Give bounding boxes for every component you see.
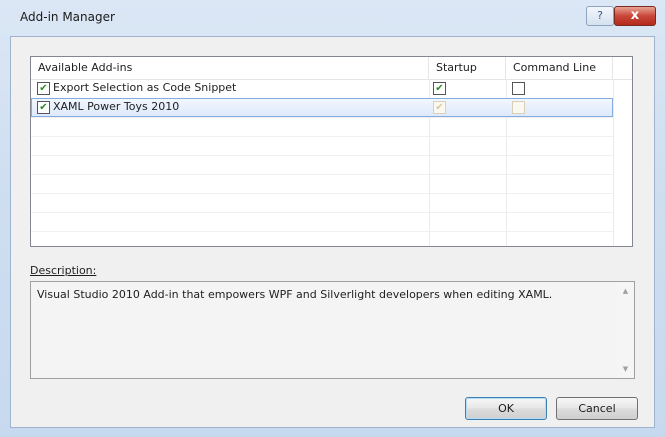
ok-button[interactable]: OK bbox=[465, 397, 547, 420]
column-divider bbox=[613, 79, 614, 246]
check-icon: ✔ bbox=[39, 83, 48, 94]
addins-list-header: Available Add-ins Startup Command Line bbox=[31, 57, 632, 80]
column-header-startup[interactable]: Startup bbox=[429, 57, 506, 79]
description-label: Description: bbox=[30, 264, 96, 277]
description-scrollbar[interactable]: ▲ ▼ bbox=[617, 282, 634, 378]
column-header-available-addins[interactable]: Available Add-ins bbox=[31, 57, 429, 79]
startup-checkbox: ✔ bbox=[433, 101, 446, 114]
check-icon: ✔ bbox=[435, 83, 444, 94]
scroll-down-icon[interactable]: ▼ bbox=[617, 362, 634, 376]
addin-name: XAML Power Toys 2010 bbox=[53, 100, 180, 113]
scroll-up-icon[interactable]: ▲ bbox=[617, 284, 634, 298]
dialog-window: Add-in Manager ? x Available Add-ins Sta… bbox=[0, 0, 665, 437]
close-button[interactable]: x bbox=[614, 6, 656, 26]
row-gridline bbox=[31, 212, 613, 213]
check-icon: ✔ bbox=[39, 102, 48, 113]
row-gridline bbox=[31, 174, 613, 175]
row-gridline bbox=[31, 117, 613, 118]
addin-name: Export Selection as Code Snippet bbox=[53, 81, 237, 94]
help-icon: ? bbox=[597, 9, 603, 22]
close-icon: x bbox=[630, 8, 640, 23]
description-box[interactable]: Visual Studio 2010 Add-in that empowers … bbox=[30, 281, 635, 379]
addin-enabled-checkbox[interactable]: ✔ bbox=[37, 101, 50, 114]
window-title: Add-in Manager bbox=[20, 10, 115, 24]
check-icon: ✔ bbox=[435, 102, 444, 113]
row-gridline bbox=[31, 155, 613, 156]
cancel-button[interactable]: Cancel bbox=[556, 397, 638, 420]
addin-enabled-checkbox[interactable]: ✔ bbox=[37, 82, 50, 95]
row-gridline bbox=[31, 193, 613, 194]
row-gridline bbox=[31, 231, 613, 232]
addin-row-xaml-power-toys[interactable]: ✔ XAML Power Toys 2010 ✔ bbox=[31, 98, 613, 117]
column-header-command-line[interactable]: Command Line bbox=[506, 57, 613, 79]
dialog-client-area: Available Add-ins Startup Command Line ✔… bbox=[10, 36, 655, 428]
startup-checkbox[interactable]: ✔ bbox=[433, 82, 446, 95]
addin-row-export-selection[interactable]: ✔ Export Selection as Code Snippet ✔ bbox=[31, 79, 613, 98]
title-bar[interactable]: Add-in Manager ? x bbox=[0, 0, 665, 36]
help-button[interactable]: ? bbox=[586, 6, 614, 26]
row-gridline bbox=[31, 136, 613, 137]
addins-list[interactable]: Available Add-ins Startup Command Line ✔… bbox=[30, 56, 633, 247]
description-label-text: Description: bbox=[30, 264, 97, 277]
description-text: Visual Studio 2010 Add-in that empowers … bbox=[37, 288, 553, 301]
command-line-checkbox[interactable] bbox=[512, 82, 525, 95]
command-line-checkbox bbox=[512, 101, 525, 114]
